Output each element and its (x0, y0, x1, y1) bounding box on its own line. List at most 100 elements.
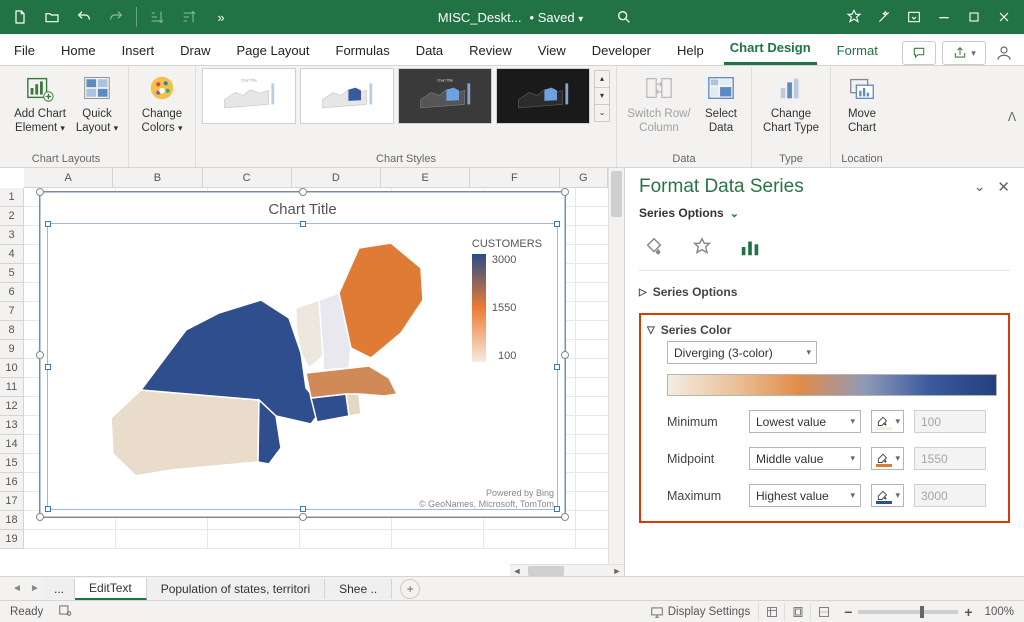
select-data-button[interactable]: Select Data (697, 68, 745, 146)
chart-object[interactable]: Chart Title CUSTOMERS 3000 1550 100 (40, 192, 565, 517)
open-file-icon[interactable] (38, 3, 66, 31)
tab-view[interactable]: View (532, 36, 572, 65)
row-head[interactable]: 6 (0, 283, 23, 302)
tab-home[interactable]: Home (55, 36, 102, 65)
tab-page-layout[interactable]: Page Layout (231, 36, 316, 65)
new-file-icon[interactable] (6, 3, 34, 31)
row-headers[interactable]: 1 2 3 4 5 6 7 8 9 10 11 12 13 14 15 16 1… (0, 188, 24, 549)
min-color-picker[interactable] (871, 410, 904, 433)
col-head[interactable]: B (113, 168, 202, 187)
row-head[interactable]: 5 (0, 264, 23, 283)
color-type-combo[interactable]: Diverging (3-color) (667, 341, 817, 364)
row-head[interactable]: 4 (0, 245, 23, 264)
row-head[interactable]: 8 (0, 321, 23, 340)
min-combo[interactable]: Lowest value (749, 410, 861, 433)
tab-help[interactable]: Help (671, 36, 710, 65)
chart-style-2[interactable] (300, 68, 394, 124)
move-chart-button[interactable]: Move Chart (837, 68, 887, 146)
tab-data[interactable]: Data (410, 36, 449, 65)
row-head[interactable]: 9 (0, 340, 23, 359)
col-head[interactable]: C (203, 168, 292, 187)
series-options-tab-icon[interactable] (735, 234, 765, 260)
chart-legend[interactable]: CUSTOMERS 3000 1550 100 (472, 238, 542, 362)
max-value-input[interactable]: 3000 (914, 484, 986, 507)
series-color-section[interactable]: ▽ Series Color (647, 319, 1002, 341)
series-options-section[interactable]: ▷ Series Options (639, 281, 1010, 303)
worksheet[interactable]: A B C D E F G 1 2 3 4 5 6 7 8 9 10 11 12… (0, 168, 624, 576)
ribbon-mode-icon[interactable] (900, 3, 928, 31)
chart-styles-spinner[interactable]: ▴▾⌄ (594, 71, 610, 122)
qat-overflow-icon[interactable]: » (207, 3, 235, 31)
row-head[interactable]: 14 (0, 435, 23, 454)
view-page-break-icon[interactable] (810, 603, 836, 621)
tab-nav-next[interactable]: ► (26, 583, 44, 594)
row-head[interactable]: 18 (0, 511, 23, 530)
redo-icon[interactable] (102, 3, 130, 31)
wand-icon[interactable] (870, 3, 898, 31)
row-head[interactable]: 13 (0, 416, 23, 435)
view-page-layout-icon[interactable] (784, 603, 810, 621)
max-color-picker[interactable] (871, 484, 904, 507)
collapse-ribbon-icon[interactable]: ᐱ (1000, 110, 1024, 124)
change-chart-type-button[interactable]: Change Chart Type (758, 68, 824, 146)
tab-insert[interactable]: Insert (116, 36, 161, 65)
row-head[interactable]: 11 (0, 378, 23, 397)
mid-value-input[interactable]: 1550 (914, 447, 986, 470)
add-sheet-button[interactable]: + (400, 579, 420, 599)
chart-style-3[interactable]: Chart Title (398, 68, 492, 124)
tab-file[interactable]: File (8, 36, 41, 65)
sheet-tab[interactable]: Shee .. (325, 579, 392, 599)
chart-styles-gallery[interactable]: Chart Title Chart Title ▴▾⌄ (202, 68, 610, 124)
chart-style-1[interactable]: Chart Title (202, 68, 296, 124)
col-head[interactable]: F (470, 168, 559, 187)
maximize-button[interactable] (960, 3, 988, 31)
cell-grid[interactable]: Chart Title CUSTOMERS 3000 1550 100 (24, 188, 608, 564)
row-head[interactable]: 1 (0, 188, 23, 207)
view-normal-icon[interactable] (758, 603, 784, 621)
row-head[interactable]: 12 (0, 397, 23, 416)
macro-record-icon[interactable] (57, 603, 73, 620)
row-head[interactable]: 16 (0, 473, 23, 492)
pane-options-icon[interactable]: ⌄ (974, 178, 986, 196)
vertical-scrollbar[interactable] (608, 168, 624, 564)
pane-close-icon[interactable]: ✕ (997, 178, 1010, 196)
add-chart-element-button[interactable]: Add Chart Element ▾ (10, 68, 70, 146)
col-head[interactable]: D (292, 168, 381, 187)
fill-tab-icon[interactable] (639, 234, 669, 260)
sheet-tab[interactable]: EditText (75, 578, 147, 600)
col-head[interactable]: G (560, 168, 609, 187)
sort-desc-icon[interactable] (175, 3, 203, 31)
col-head[interactable]: A (24, 168, 113, 187)
tab-nav-prev[interactable]: ◄ (8, 583, 26, 594)
gradient-preview[interactable] (667, 374, 997, 396)
map-chart[interactable] (101, 238, 441, 488)
quick-layout-button[interactable]: Quick Layout ▾ (72, 68, 122, 146)
row-head[interactable]: 15 (0, 454, 23, 473)
tab-format[interactable]: Format (831, 36, 884, 65)
column-headers[interactable]: A B C D E F G (24, 168, 608, 188)
row-head[interactable]: 19 (0, 530, 23, 549)
change-colors-button[interactable]: Change Colors ▾ (135, 68, 189, 146)
effects-tab-icon[interactable] (687, 234, 717, 260)
sheet-tab-more[interactable]: ... (44, 579, 75, 599)
max-combo[interactable]: Highest value (749, 484, 861, 507)
row-head[interactable]: 10 (0, 359, 23, 378)
comments-button[interactable] (902, 41, 936, 65)
tab-formulas[interactable]: Formulas (330, 36, 396, 65)
share-button[interactable]: ▾ (942, 41, 986, 65)
search-icon[interactable] (611, 4, 637, 30)
row-head[interactable]: 17 (0, 492, 23, 511)
chart-title[interactable]: Chart Title (41, 193, 564, 218)
premium-icon[interactable] (840, 3, 868, 31)
zoom-out-button[interactable]: − (844, 604, 852, 620)
col-head[interactable]: E (381, 168, 470, 187)
zoom-level[interactable]: 100% (985, 606, 1014, 618)
sheet-tab[interactable]: Population of states, territori (147, 579, 325, 599)
display-settings-button[interactable]: Display Settings (650, 605, 750, 619)
row-head[interactable]: 2 (0, 207, 23, 226)
save-status[interactable]: • Saved ▾ (530, 10, 584, 25)
sort-asc-icon[interactable] (143, 3, 171, 31)
tab-developer[interactable]: Developer (586, 36, 657, 65)
row-head[interactable]: 7 (0, 302, 23, 321)
account-icon[interactable] (992, 44, 1016, 62)
